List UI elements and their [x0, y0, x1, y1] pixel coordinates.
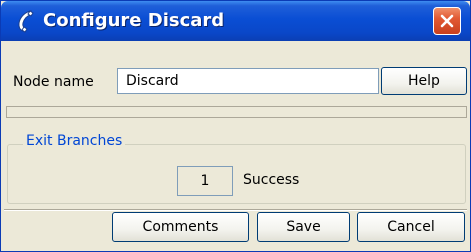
- branch-label: Success: [243, 172, 300, 188]
- separator-bar: [6, 106, 467, 118]
- close-icon: [440, 14, 454, 28]
- save-button[interactable]: Save: [257, 212, 350, 242]
- node-name-label: Node name: [13, 74, 94, 90]
- phone-handset-icon: [15, 9, 37, 33]
- node-name-row: Node name Help: [4, 63, 467, 99]
- branch-number: 1: [177, 166, 233, 196]
- title-bar[interactable]: Configure Discard: [1, 1, 470, 41]
- close-button[interactable]: [433, 7, 461, 35]
- dialog-title: Configure Discard: [43, 10, 225, 31]
- comments-button[interactable]: Comments: [112, 212, 249, 242]
- help-button[interactable]: Help: [381, 67, 467, 95]
- exit-branches-legend: Exit Branches: [23, 133, 126, 149]
- node-name-input[interactable]: [117, 68, 379, 94]
- footer-divider: [4, 209, 467, 211]
- exit-branches-group: [7, 144, 466, 204]
- configure-discard-dialog: Configure Discard Node name Help Exit Br…: [0, 0, 471, 252]
- cancel-button[interactable]: Cancel: [357, 212, 465, 242]
